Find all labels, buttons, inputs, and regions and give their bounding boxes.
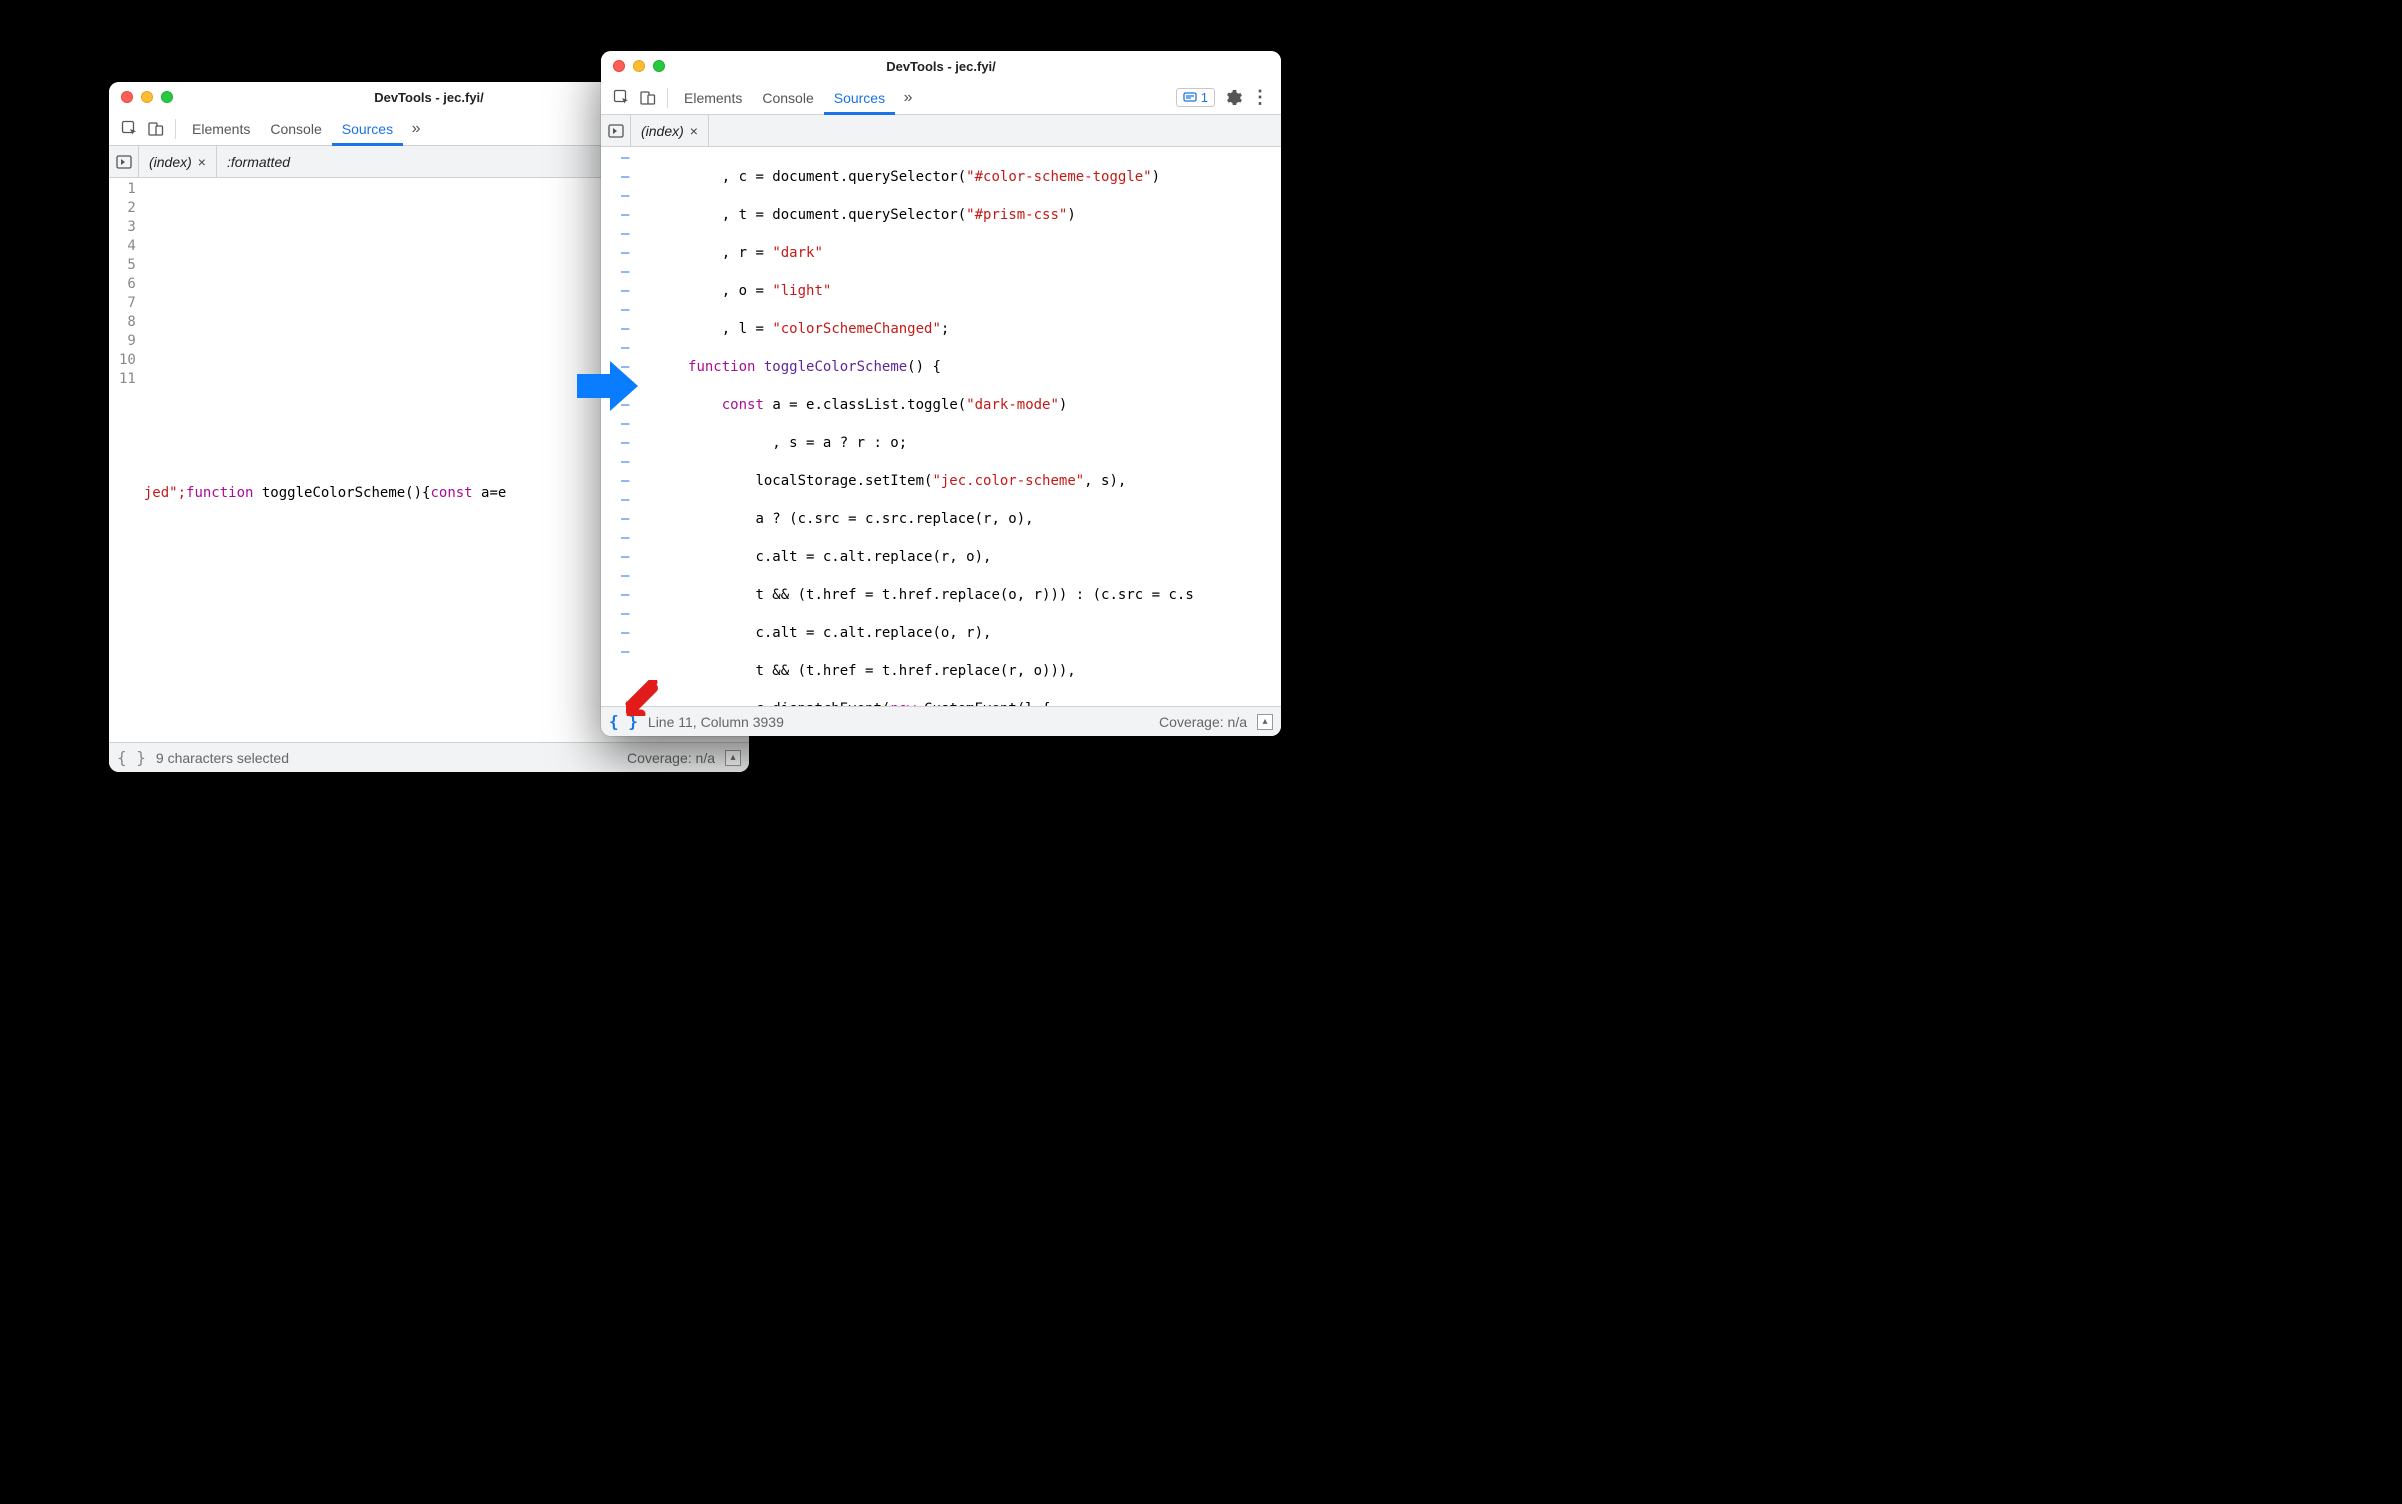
tab-console[interactable]: Console <box>260 112 331 146</box>
titlebar[interactable]: DevTools - jec.fyi/ <box>601 51 1281 81</box>
zoom-window-icon[interactable] <box>161 91 173 103</box>
code-content[interactable]: , c = document.querySelector("#color-sch… <box>635 147 1281 706</box>
collapse-panel-icon[interactable]: ▴ <box>725 750 741 766</box>
file-tab-formatted[interactable]: :formatted <box>217 146 300 177</box>
collapse-panel-icon[interactable]: ▴ <box>1257 714 1273 730</box>
settings-icon[interactable] <box>1221 85 1247 111</box>
status-coverage: Coverage: n/a <box>1159 714 1247 730</box>
devtools-window-right: DevTools - jec.fyi/ Elements Console Sou… <box>601 51 1281 736</box>
line-gutter: ––––– ––––– ––––– ––––– ––––– –– <box>601 147 635 706</box>
minimize-window-icon[interactable] <box>141 91 153 103</box>
kebab-menu-icon[interactable]: ⋮ <box>1247 85 1273 111</box>
file-tab-index[interactable]: (index) × <box>631 115 709 146</box>
status-selection: 9 characters selected <box>156 750 289 766</box>
status-coverage: Coverage: n/a <box>627 750 715 766</box>
issues-count: 1 <box>1201 90 1208 105</box>
tab-console[interactable]: Console <box>752 81 823 115</box>
device-toolbar-icon[interactable] <box>143 116 169 142</box>
status-bar: { } Line 11, Column 3939 Coverage: n/a ▴ <box>601 706 1281 736</box>
window-controls <box>613 60 665 72</box>
more-tabs-icon[interactable]: » <box>895 85 921 111</box>
zoom-window-icon[interactable] <box>653 60 665 72</box>
close-window-icon[interactable] <box>613 60 625 72</box>
tab-elements[interactable]: Elements <box>182 112 260 146</box>
navigator-toggle-icon[interactable] <box>601 115 631 146</box>
code-editor[interactable]: ––––– ––––– ––––– ––––– ––––– –– , c = d… <box>601 147 1281 706</box>
close-window-icon[interactable] <box>121 91 133 103</box>
annotation-arrow-blue <box>572 356 642 416</box>
status-cursor-position: Line 11, Column 3939 <box>648 714 784 730</box>
window-controls <box>121 91 173 103</box>
window-title: DevTools - jec.fyi/ <box>601 59 1281 74</box>
inspect-element-icon[interactable] <box>609 85 635 111</box>
annotation-arrow-red <box>623 680 659 716</box>
file-tab-label: :formatted <box>227 154 290 170</box>
device-toolbar-icon[interactable] <box>635 85 661 111</box>
more-tabs-icon[interactable]: » <box>403 116 429 142</box>
tab-sources[interactable]: Sources <box>824 81 895 115</box>
inspect-element-icon[interactable] <box>117 116 143 142</box>
issues-badge[interactable]: 1 <box>1176 88 1215 107</box>
tab-elements[interactable]: Elements <box>674 81 752 115</box>
close-tab-icon[interactable]: × <box>198 154 206 170</box>
pretty-print-icon[interactable]: { } <box>117 748 146 767</box>
file-tab-label: (index) <box>149 154 192 170</box>
close-tab-icon[interactable]: × <box>690 123 698 139</box>
minimize-window-icon[interactable] <box>633 60 645 72</box>
line-gutter: 1 2 3 4 5 6 7 8 9 10 11 <box>109 178 142 742</box>
file-tab-index[interactable]: (index) × <box>139 146 217 177</box>
file-tabs: (index) × <box>601 115 1281 147</box>
tab-sources[interactable]: Sources <box>332 112 403 146</box>
file-tab-label: (index) <box>641 123 684 139</box>
devtools-toolbar: Elements Console Sources » 1 ⋮ <box>601 81 1281 115</box>
navigator-toggle-icon[interactable] <box>109 146 139 177</box>
status-bar: { } 9 characters selected Coverage: n/a … <box>109 742 749 772</box>
